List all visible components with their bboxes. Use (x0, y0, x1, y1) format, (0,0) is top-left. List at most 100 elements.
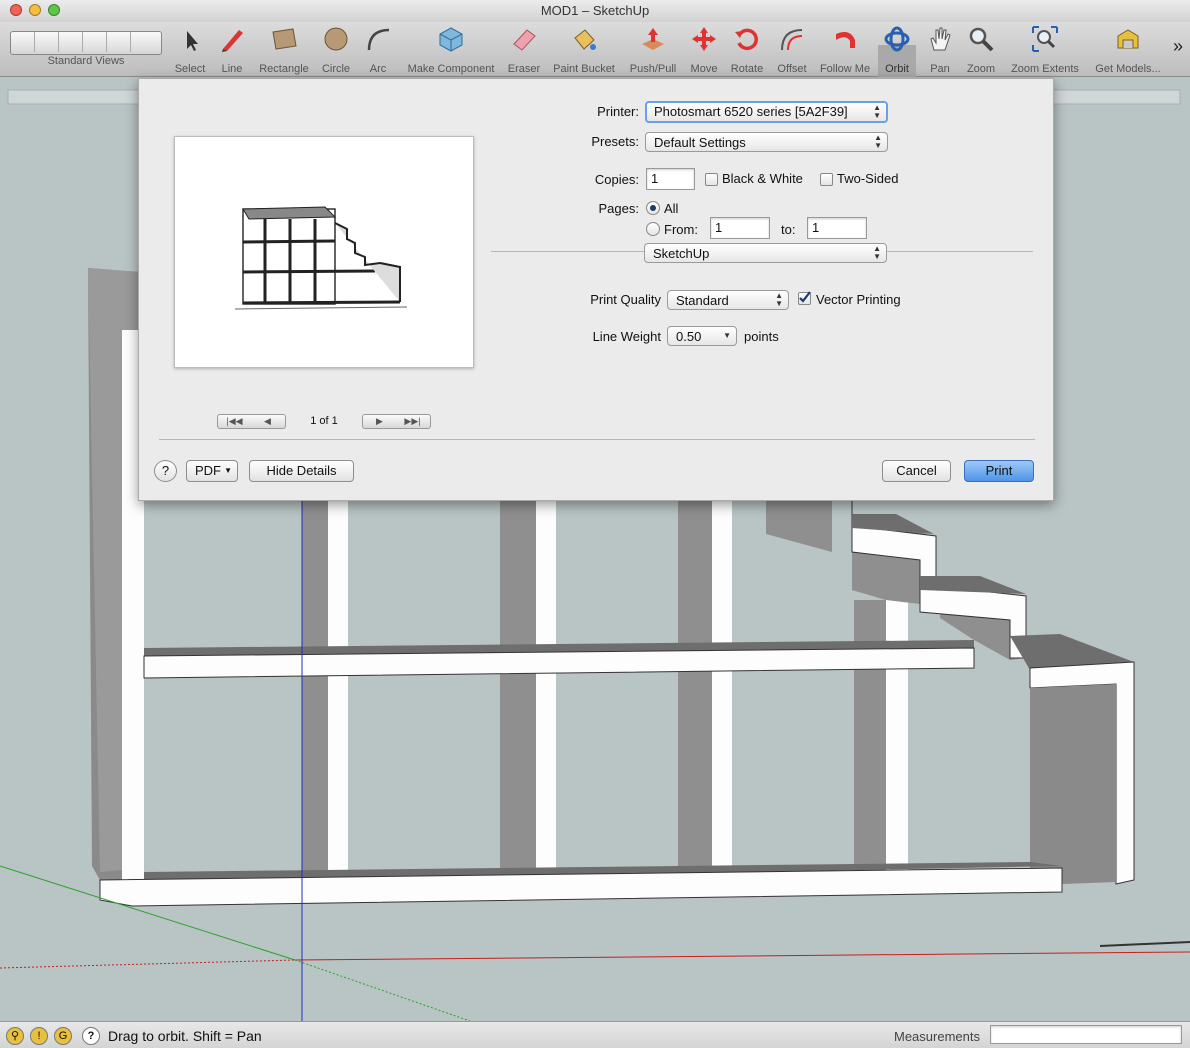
rectangle-icon (272, 28, 297, 50)
tool-label: Offset (777, 63, 807, 75)
zoom-extents-tool-button[interactable]: Zoom Extents (1006, 24, 1084, 75)
tool-label: Arc (369, 63, 387, 75)
offset-tool-button[interactable]: Offset (772, 24, 812, 75)
first-page-icon[interactable]: |◀◀ (218, 415, 251, 428)
circle-tool-button[interactable]: Circle (317, 24, 355, 75)
tool-label: Move (690, 63, 718, 75)
black-white-label: Black & White (722, 171, 803, 186)
tool-label: Zoom Extents (1011, 63, 1079, 75)
tool-label: Follow Me (819, 63, 871, 75)
presets-label: Presets: (591, 134, 639, 149)
up-down-arrows-icon: ▲ ▼ (873, 244, 881, 261)
print-section-select[interactable]: SketchUp ▲ ▼ (644, 243, 887, 263)
toolbar: Standard Views Select Line Rectangle Cir… (0, 22, 1190, 97)
two-sided-checkbox[interactable] (820, 173, 833, 186)
toolbar-overflow-button[interactable]: » (1170, 36, 1186, 57)
tool-label: Paint Bucket (553, 63, 615, 75)
measurements-label: Measurements (894, 1029, 980, 1044)
line-tool-button[interactable]: Line (214, 24, 250, 75)
copies-field[interactable]: 1 (646, 168, 695, 190)
hide-details-button[interactable]: Hide Details (249, 460, 354, 482)
previous-page-icon[interactable]: ◀ (251, 415, 284, 428)
to-page-field[interactable]: 1 (807, 217, 867, 239)
credits-icon[interactable]: ! (30, 1027, 48, 1045)
printer-label: Printer: (597, 104, 639, 119)
paint-bucket-tool-button[interactable]: Paint Bucket (549, 24, 619, 75)
up-down-arrows-icon: ▲ ▼ (775, 291, 783, 308)
status-message: Drag to orbit. Shift = Pan (108, 1028, 262, 1044)
pages-from-radio[interactable] (646, 222, 660, 236)
help-icon[interactable]: ? (82, 1027, 100, 1045)
rotate-icon (735, 28, 758, 51)
get-models-tool-button[interactable]: Get Models... (1090, 24, 1166, 75)
standard-views-group[interactable] (10, 31, 162, 55)
back-view-icon[interactable] (107, 32, 131, 52)
select-tool-button[interactable]: Select (170, 24, 210, 75)
tool-label: Make Component (407, 63, 495, 75)
black-white-checkbox[interactable] (705, 173, 718, 186)
help-button[interactable]: ? (154, 460, 177, 482)
print-quality-label: Print Quality (590, 292, 661, 307)
tool-label: Standard Views (47, 55, 125, 67)
arc-tool-button[interactable]: Arc (362, 24, 394, 75)
rectangle-tool-button[interactable]: Rectangle (256, 24, 312, 75)
magnifier-icon (969, 27, 994, 52)
pdf-menu-button[interactable]: PDF ▼ (186, 460, 238, 482)
move-tool-button[interactable]: Move (686, 24, 722, 75)
copies-label: Copies: (594, 172, 639, 187)
rotate-tool-button[interactable]: Rotate (727, 24, 767, 75)
line-weight-value: 0.50 (676, 329, 702, 344)
pan-tool-button[interactable]: Pan (922, 24, 958, 75)
front-view-icon[interactable] (59, 32, 83, 52)
last-page-icon[interactable]: ▶▶| (396, 415, 429, 428)
follow-me-tool-button[interactable]: Follow Me (816, 24, 874, 75)
line-weight-combo[interactable]: 0.50 ▼ (667, 326, 737, 346)
orbit-tool-button[interactable]: Orbit (879, 24, 915, 75)
arc-icon (367, 28, 390, 51)
top-view-icon[interactable] (35, 32, 59, 52)
print-dialog: Printer: Photosmart 6520 series [5A2F39]… (138, 78, 1054, 501)
eraser-icon (513, 29, 536, 51)
line-weight-label: Line Weight (592, 329, 661, 344)
chevron-down-icon: ▼ (224, 466, 232, 475)
print-preview (174, 136, 474, 368)
pages-all-radio[interactable] (646, 201, 660, 215)
left-view-icon[interactable] (131, 32, 155, 52)
right-view-icon[interactable] (83, 32, 107, 52)
make-component-tool-button[interactable]: Make Component (402, 24, 500, 75)
pencil-icon (222, 30, 243, 52)
cancel-button[interactable]: Cancel (882, 460, 951, 482)
tool-label: Circle (321, 63, 351, 75)
presets-select[interactable]: Default Settings ▲ ▼ (645, 132, 888, 152)
up-down-arrows-icon: ▲ ▼ (873, 103, 881, 120)
hand-icon (930, 27, 951, 51)
printer-select[interactable]: Photosmart 6520 series [5A2F39] ▲ ▼ (645, 101, 888, 123)
circle-icon (324, 27, 348, 51)
vector-printing-checkbox[interactable] (798, 291, 811, 305)
standard-views-tool[interactable]: Standard Views (30, 55, 142, 67)
measurements-field[interactable] (990, 1025, 1182, 1044)
pdf-label: PDF (195, 463, 221, 478)
user-icon[interactable]: G (54, 1027, 72, 1045)
print-button[interactable]: Print (964, 460, 1034, 482)
two-sided-label: Two-Sided (837, 171, 899, 186)
from-page-field[interactable]: 1 (710, 217, 770, 239)
iso-view-icon[interactable] (11, 32, 35, 52)
warehouse-icon (1117, 29, 1139, 49)
eraser-tool-button[interactable]: Eraser (505, 24, 543, 75)
preview-back-buttons[interactable]: |◀◀ ◀ (217, 414, 286, 429)
geo-location-icon[interactable]: ⚲ (6, 1027, 24, 1045)
up-down-arrows-icon: ▲ ▼ (874, 133, 882, 150)
pages-all-label: All (664, 201, 679, 216)
next-page-icon[interactable]: ▶ (363, 415, 396, 428)
tool-label: Rectangle (259, 63, 309, 75)
push-pull-tool-button[interactable]: Push/Pull (625, 24, 681, 75)
checkmark-icon (799, 291, 811, 303)
preview-forward-buttons[interactable]: ▶ ▶▶| (362, 414, 431, 429)
print-quality-select[interactable]: Standard ▲ ▼ (667, 290, 789, 310)
tool-label: Rotate (730, 63, 764, 75)
tool-label: Get Models... (1095, 63, 1161, 75)
orbit-icon (884, 26, 910, 52)
tool-label: Line (221, 63, 243, 75)
zoom-tool-button[interactable]: Zoom (962, 24, 1000, 75)
